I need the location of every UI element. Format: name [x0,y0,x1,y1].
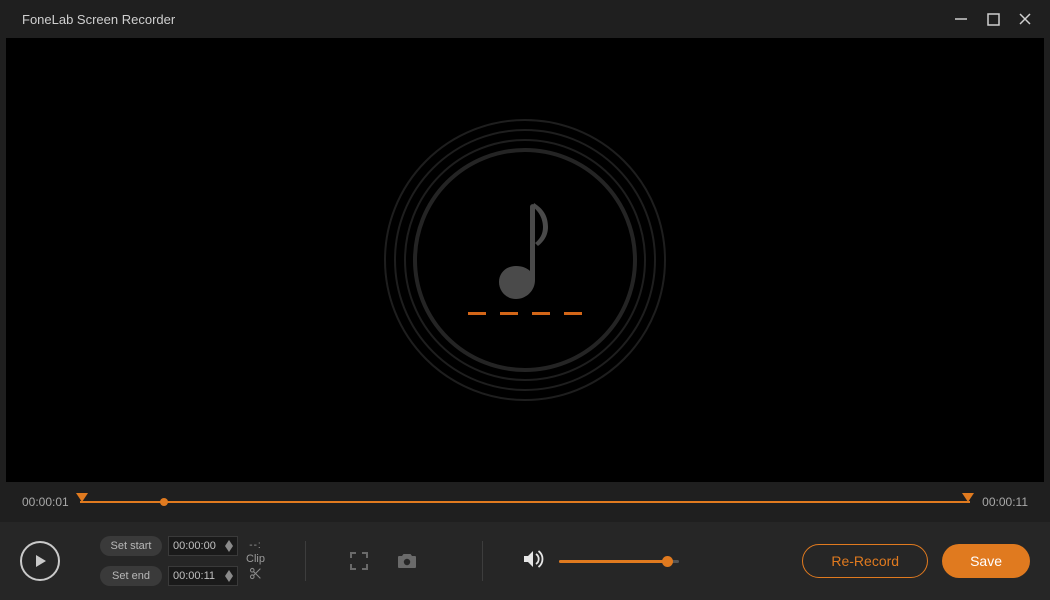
equalizer-bars-icon [468,312,582,315]
timeline-track[interactable] [80,487,970,517]
timeline: 00:00:01 00:00:11 [0,482,1050,522]
caret-down-icon [225,576,233,582]
fullscreen-button[interactable] [346,548,372,574]
set-start-button[interactable]: Set start [100,536,162,556]
clip-end-stepper[interactable] [225,570,233,582]
timeline-playhead[interactable] [160,498,168,506]
volume-fill [559,560,667,563]
volume-slider[interactable] [559,560,679,563]
action-buttons: Re-Record Save [802,544,1030,578]
timeline-bar [80,501,970,503]
current-time: 00:00:01 [22,495,80,509]
music-note-icon [380,115,670,405]
speaker-icon [523,549,545,569]
maximize-icon [987,13,1000,26]
control-bar: Set start 00:00:00 Set end 00:00:11 [0,522,1050,600]
volume-control [523,549,679,574]
volume-knob[interactable] [662,556,673,567]
re-record-button[interactable]: Re-Record [802,544,928,578]
clip-action[interactable]: --: Clip [246,540,265,583]
caret-down-icon [225,546,233,552]
app-window: FoneLab Screen Recorder [0,0,1050,600]
clip-end-value: 00:00:11 [173,570,225,582]
close-icon [1018,12,1032,26]
separator [305,541,306,581]
clip-start-stepper[interactable] [225,540,233,552]
minimize-icon [954,12,968,26]
audio-visual [380,115,670,405]
titlebar: FoneLab Screen Recorder [0,0,1050,38]
maximize-button[interactable] [978,4,1008,34]
fullscreen-icon [349,551,369,571]
clip-start-row: Set start 00:00:00 [100,536,238,556]
save-button[interactable]: Save [942,544,1030,578]
timeline-start-handle[interactable] [76,493,88,502]
clip-placeholder: --: [249,540,261,551]
play-button[interactable] [20,541,60,581]
clip-controls: Set start 00:00:00 Set end 00:00:11 [100,536,265,586]
scissors-icon [249,567,262,583]
app-title: FoneLab Screen Recorder [22,12,944,27]
play-icon [32,553,48,569]
minimize-button[interactable] [946,4,976,34]
preview-canvas [6,38,1044,482]
clip-start-value: 00:00:00 [173,540,225,552]
timeline-end-handle[interactable] [962,493,974,502]
close-button[interactable] [1010,4,1040,34]
clip-start-input[interactable]: 00:00:00 [168,536,238,556]
clip-label: Clip [246,553,265,565]
clip-end-row: Set end 00:00:11 [100,566,238,586]
camera-icon [396,552,418,570]
screenshot-button[interactable] [394,548,420,574]
volume-button[interactable] [523,549,545,574]
separator [482,541,483,581]
set-end-button[interactable]: Set end [100,566,162,586]
clip-end-input[interactable]: 00:00:11 [168,566,238,586]
total-time: 00:00:11 [970,495,1028,509]
